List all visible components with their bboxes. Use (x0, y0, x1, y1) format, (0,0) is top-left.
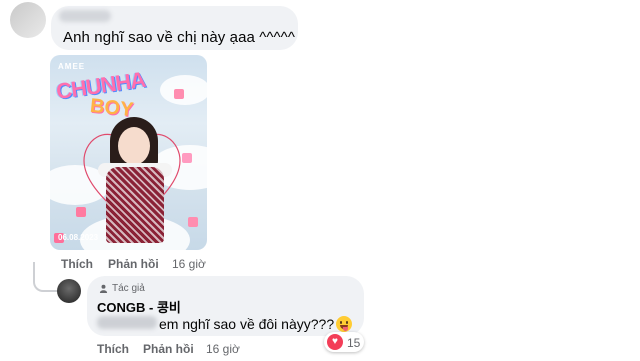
tongue-out-emoji-icon (336, 316, 352, 332)
comment-timestamp[interactable]: 16 giờ (172, 257, 206, 271)
poster-figure-face (118, 127, 150, 165)
comment-image[interactable]: AMEE CHUNHA BOY 06.08.2023 (50, 55, 207, 250)
mention-blurred[interactable] (97, 316, 157, 329)
heart-reaction-icon: ♥ (327, 334, 343, 350)
author-badge-icon (99, 284, 108, 293)
reply-author-name[interactable]: CONGB - 콩비 (97, 297, 181, 316)
reply-button[interactable]: Phản hồi (108, 257, 159, 271)
reaction-count[interactable]: 15 (347, 336, 360, 350)
commenter-name-blurred[interactable] (59, 10, 111, 22)
author-badge: Tác giả (112, 283, 145, 294)
poster-date: 06.08.2023 (58, 233, 99, 242)
like-button[interactable]: Thích (61, 257, 93, 271)
reply-reply-button[interactable]: Phản hồi (143, 342, 194, 356)
reply-author-avatar[interactable] (57, 279, 81, 303)
reply-text: em nghĩ sao về đôi nàyy??? (159, 316, 335, 332)
commenter-avatar[interactable] (10, 2, 46, 38)
poster-title-2: BOY (89, 94, 135, 122)
reply-thread-line (33, 262, 57, 292)
reply-timestamp[interactable]: 16 giờ (206, 342, 240, 356)
comment-text: Anh nghĩ sao về chị này ạaa ^^^^^ (63, 29, 295, 46)
poster-figure-vest (106, 167, 164, 243)
poster-brand: AMEE (58, 62, 86, 71)
reply-like-button[interactable]: Thích (97, 342, 129, 356)
